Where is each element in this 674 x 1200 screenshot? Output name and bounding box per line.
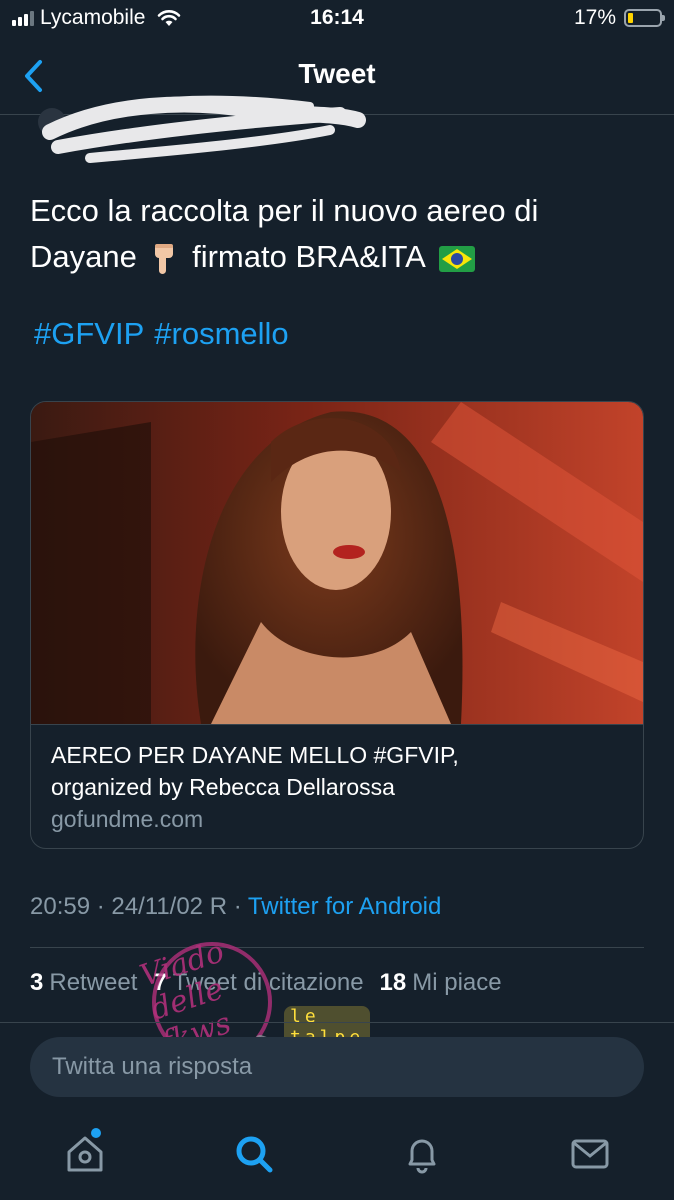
tweet-stats: 3 Retweet 7 Tweet di citazione 18 Mi piace xyxy=(30,969,502,997)
likes-stat[interactable]: 18 Mi piace xyxy=(380,969,502,997)
retweets-stat[interactable]: 3 Retweet xyxy=(30,969,137,997)
card-title-line1: AEREO PER DAYANE MELLO #GFVIP, xyxy=(51,742,459,768)
likes-count: 18 xyxy=(379,969,407,996)
tweet-text-line2: Dayane firmato BRA&ITA xyxy=(30,234,640,280)
card-body: AEREO PER DAYANE MELLO #GFVIP, organized… xyxy=(31,724,643,848)
tweet-source-link[interactable]: Twitter for Android xyxy=(248,893,441,920)
status-right: 17% xyxy=(573,6,665,30)
tweet-meta: 20:59 · 24/11/02 R · Twitter for Android xyxy=(30,893,441,921)
tweet-text-name: Dayane xyxy=(30,239,137,274)
status-time: 16:14 xyxy=(310,6,364,29)
tweet-text: Ecco la raccolta per il nuovo aereo di D… xyxy=(30,188,640,280)
hashtags: #GFVIP #rosmello xyxy=(34,316,299,352)
search-icon xyxy=(236,1136,273,1173)
quotes-stat[interactable]: 7 Tweet di citazione xyxy=(153,969,363,997)
retweets-count: 3 xyxy=(30,969,44,996)
pointing-down-hand-icon xyxy=(155,243,174,274)
notification-dot xyxy=(91,1128,101,1138)
reply-bar: Twitta una risposta xyxy=(0,1022,674,1109)
tweet-text-line1: Ecco la raccolta per il nuovo aereo di xyxy=(30,193,539,228)
tweet-text-rest: firmato BRA&ITA xyxy=(192,239,425,274)
tab-home[interactable] xyxy=(63,1128,107,1176)
divider xyxy=(30,947,644,948)
home-icon xyxy=(67,1136,103,1172)
brazil-flag-icon xyxy=(438,245,475,272)
tab-messages[interactable] xyxy=(568,1132,612,1176)
quotes-label: Tweet di citazione xyxy=(172,969,364,996)
card-title-line2: organized by Rebecca Dellarossa xyxy=(51,774,395,800)
link-card[interactable]: AEREO PER DAYANE MELLO #GFVIP, organized… xyxy=(30,401,644,849)
tab-notifications[interactable] xyxy=(400,1132,444,1176)
notifications-icon xyxy=(408,1139,436,1174)
tab-bar xyxy=(0,1112,674,1200)
messages-icon xyxy=(571,1139,609,1169)
hashtag-rosmello[interactable]: #rosmello xyxy=(154,316,288,351)
retweets-label: Retweet xyxy=(49,969,138,996)
quotes-count: 7 xyxy=(153,969,167,996)
tab-search[interactable] xyxy=(232,1132,276,1176)
battery-icon xyxy=(624,9,665,27)
battery-percent: 17% xyxy=(573,6,616,29)
card-domain: gofundme.com xyxy=(51,806,204,832)
card-image xyxy=(31,402,643,724)
redaction-scribble xyxy=(38,95,366,163)
likes-label: Mi piace xyxy=(412,969,502,996)
page-title: Tweet xyxy=(298,58,376,89)
hashtag-gfvip[interactable]: #GFVIP xyxy=(34,316,144,351)
tweet-timestamp: 20:59 · 24/11/02 R · xyxy=(30,893,242,920)
reply-input[interactable]: Twitta una risposta xyxy=(30,1037,644,1097)
status-bar: Lycamobile 16:14 17% xyxy=(0,0,674,38)
